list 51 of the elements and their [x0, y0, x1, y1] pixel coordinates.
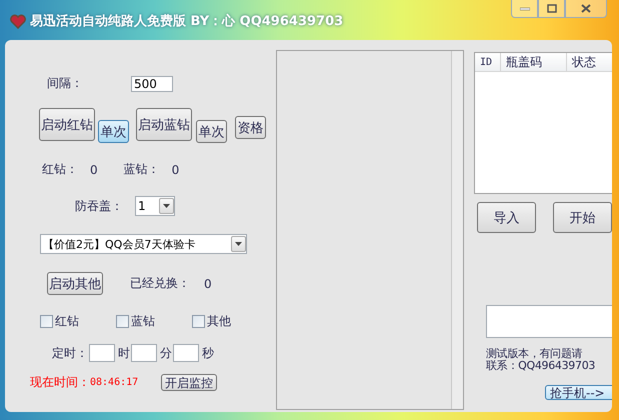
start-button[interactable]: 启动蓝钻: [136, 108, 192, 141]
time-unit-label: 时: [118, 344, 130, 362]
time-unit-label: 分: [160, 344, 172, 362]
time-field[interactable]: [173, 344, 199, 362]
notice-text: 测试版本，有问题请: [486, 348, 584, 360]
caret-icon: [235, 242, 242, 246]
current-time-value: 08:46:17: [90, 377, 138, 388]
checkbox-label: 其他: [207, 313, 231, 330]
import-button[interactable]: 导入: [477, 202, 536, 233]
maximize-button[interactable]: [538, 0, 565, 18]
phone-button[interactable]: 抢手机-->: [545, 385, 612, 400]
exchanged-value: 0: [204, 276, 212, 290]
counter-value: 0: [90, 162, 98, 176]
text-field[interactable]: [486, 305, 612, 338]
time-field[interactable]: [131, 344, 157, 362]
heart-icon: [10, 14, 26, 28]
notice-text: 联系：QQ496439703: [486, 360, 596, 372]
anti-swallow-select[interactable]: 1: [135, 196, 175, 216]
minimize-icon: [520, 6, 530, 10]
column-header[interactable]: 状态: [567, 53, 612, 71]
checkbox[interactable]: [192, 315, 205, 328]
counter-label: 红钻：: [42, 161, 79, 178]
maximize-icon: [546, 4, 556, 13]
caret-icon: [163, 204, 170, 208]
prize-select[interactable]: 【价值2元】QQ会员7天体验卡: [40, 234, 247, 254]
interval-label: 间隔：: [47, 75, 84, 92]
once-button[interactable]: 资格: [235, 116, 266, 139]
checkbox-label: 蓝钻: [131, 313, 155, 330]
time-field[interactable]: [89, 344, 115, 362]
current-time-label: 现在时间：: [30, 374, 90, 391]
exchanged-label: 已经兑换：: [130, 275, 191, 292]
column-header[interactable]: ID: [475, 53, 502, 71]
once-button[interactable]: 单次: [196, 120, 227, 143]
start-button[interactable]: 启动红钻: [39, 108, 95, 141]
close-icon: [581, 4, 591, 13]
once-button[interactable]: 单次: [98, 120, 129, 143]
checkbox[interactable]: [40, 315, 53, 328]
counter-label: 蓝钻：: [124, 161, 161, 178]
timer-label: 定时：: [52, 344, 89, 362]
close-button[interactable]: [565, 0, 607, 18]
time-unit-label: 秒: [202, 344, 214, 362]
start-button[interactable]: 开始: [553, 202, 612, 233]
checkbox-label: 红钻: [55, 313, 79, 330]
interval-field[interactable]: 500: [131, 76, 173, 92]
checkbox[interactable]: [116, 315, 129, 328]
column-header[interactable]: 瓶盖码: [501, 53, 568, 71]
start-other-button[interactable]: 启动其他: [47, 272, 103, 295]
monitor-button[interactable]: 开启监控: [161, 374, 218, 391]
counter-value: 0: [172, 162, 180, 176]
window-title: 易迅活动自动纯路人免费版 BY：心 QQ496439703: [30, 12, 344, 30]
anti-swallow-label: 防吞盖：: [75, 198, 124, 214]
